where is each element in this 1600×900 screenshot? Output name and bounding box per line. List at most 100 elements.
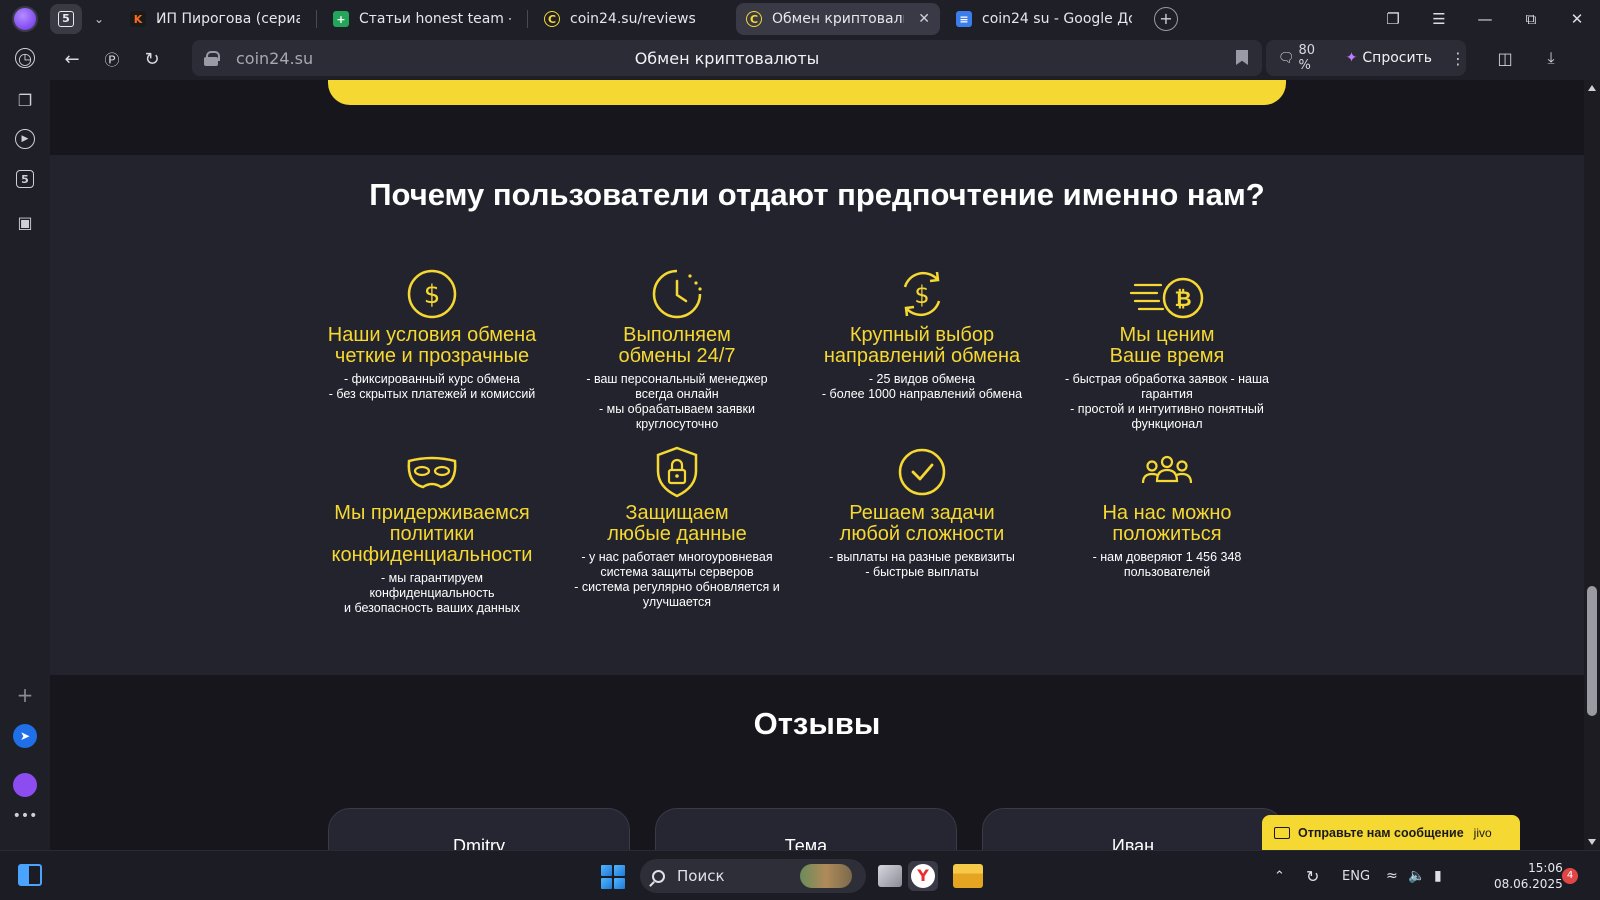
why-us-section: Почему пользователи отдают предпочтение … — [50, 155, 1584, 675]
wifi-icon[interactable]: ≈ — [1386, 851, 1398, 900]
taskbar-search[interactable]: Поиск — [640, 859, 866, 893]
review-card[interactable]: Иван — [982, 808, 1284, 850]
yandex-browser-icon: Y — [911, 864, 935, 888]
feature-24-7: Выполняем обмены 24/7 - ваш персональный… — [559, 267, 795, 432]
add-panel-icon[interactable]: + — [13, 683, 37, 707]
feature-text: - выплаты на разные реквизиты - быстрые … — [829, 550, 1015, 579]
more-icon[interactable]: ••• — [13, 804, 38, 828]
page-viewport: Почему пользователи отдают предпочтение … — [50, 80, 1584, 850]
tab-title: ИП Пирогова (сериал, во — [156, 11, 300, 27]
minimize-button[interactable]: — — [1462, 10, 1508, 28]
chat-label: Отправьте нам сообщение — [1298, 825, 1464, 840]
google-docs-icon: ≡ — [956, 11, 972, 27]
yandex-browser-app[interactable]: Y — [908, 861, 938, 891]
feature-reliability: На нас можно положиться - нам доверяют 1… — [1049, 445, 1285, 580]
volume-icon[interactable]: 🔈 — [1408, 851, 1425, 900]
scroll-thumb[interactable] — [1587, 586, 1597, 716]
search-highlight-image — [800, 864, 852, 888]
menu-icon[interactable]: ☰ — [1416, 10, 1462, 28]
scroll-down-arrow[interactable] — [1588, 839, 1596, 845]
close-icon[interactable]: ✕ — [918, 11, 930, 27]
windows-taskbar: Поиск Y ⌃ ↻ ENG ≈ 🔈 ▮ 15:06 08.06.2025 4 — [0, 850, 1600, 900]
lock-icon[interactable] — [204, 51, 220, 66]
google-sheets-icon: + — [333, 11, 349, 27]
review-card[interactable]: Тема — [655, 808, 957, 850]
history-icon[interactable]: ◷ — [15, 48, 35, 68]
play-icon[interactable]: ▶ — [15, 129, 35, 149]
windows-start-icon[interactable] — [601, 865, 625, 889]
reviews-title: Отзывы — [753, 706, 881, 741]
exchange-button[interactable] — [328, 80, 1286, 105]
close-window-button[interactable]: ✕ — [1554, 10, 1600, 28]
task-view-icon[interactable] — [878, 865, 902, 887]
reader-mode-icon[interactable]: ◫ — [1482, 49, 1528, 68]
chat-bubble-icon: 🗨 — [1278, 50, 1295, 66]
reviewer-name: Dmitry — [453, 836, 505, 850]
coin24-icon: C — [544, 11, 560, 27]
feature-title: Наши условия обмена четкие и прозрачные — [327, 324, 537, 367]
reviewer-name: Иван — [1111, 836, 1155, 850]
sparkle-icon: ✦ — [1345, 50, 1358, 66]
reload-button[interactable]: ↻ — [132, 39, 172, 79]
feature-title: Крупный выбор направлений обмена — [823, 324, 1021, 367]
feature-title: Мы придерживаемся политики конфиденциаль… — [331, 502, 533, 566]
mask-icon — [407, 456, 457, 489]
tab-bar: 5 ⌄ K ИП Пирогова (сериал, во + Статьи h… — [0, 0, 1600, 38]
clock-icon — [652, 269, 702, 319]
show-hidden-icons[interactable]: ⌃ — [1274, 851, 1285, 900]
language-indicator[interactable]: ENG — [1342, 851, 1370, 900]
restore-button[interactable]: ⧉ — [1508, 10, 1554, 28]
yandex-home-button[interactable]: Ⓟ — [92, 39, 132, 79]
feature-title: На нас можно положиться — [1102, 502, 1232, 545]
widgets-icon[interactable] — [18, 864, 42, 886]
download-icon[interactable]: ⤓ — [1528, 48, 1574, 68]
tab-divider — [527, 10, 528, 28]
alice-icon[interactable] — [13, 773, 37, 797]
tab-title: Статьи honest team - Goo — [359, 11, 511, 27]
page-scrollbar[interactable] — [1584, 80, 1600, 850]
tabs-stack-icon[interactable]: ❐ — [13, 88, 37, 112]
scroll-up-arrow[interactable] — [1588, 85, 1596, 91]
review-card[interactable]: Dmitry — [328, 808, 630, 850]
fast-bitcoin-icon: ₿ — [1129, 277, 1204, 319]
more-options-icon[interactable]: ⋮ — [1450, 49, 1466, 68]
ask-button[interactable]: ✦ Спросить — [1346, 50, 1432, 66]
tab-4-active[interactable]: C Обмен криптовалюты ✕ — [736, 3, 940, 35]
collections-icon[interactable]: ❐ — [1370, 10, 1416, 28]
mail-icon — [1274, 826, 1290, 839]
svg-text:$: $ — [424, 280, 441, 310]
tab-title: coin24.su/reviews — [570, 11, 696, 27]
feature-text: - быстрая обработка заявок - наша гарант… — [1065, 372, 1269, 431]
browser-sidebar: ◷ ❐ ▶ 5 ▣ + ➤ ••• — [0, 38, 50, 850]
feature-value-time: ₿ Мы ценим Ваше время - быстрая обработк… — [1049, 267, 1285, 432]
shield-lock-icon — [656, 446, 698, 498]
notification-badge[interactable]: 4 — [1562, 868, 1578, 884]
feature-transparent-terms: $ Наши условия обмена четкие и прозрачны… — [314, 267, 550, 402]
sync-icon[interactable]: ↻ — [1306, 851, 1319, 900]
messenger-icon[interactable]: ➤ — [13, 724, 37, 748]
zoom-indicator[interactable]: 🗨 80 % — [1278, 43, 1324, 73]
chevron-down-icon[interactable]: ⌄ — [84, 4, 114, 34]
tab-2[interactable]: + Статьи honest team - Goo — [323, 3, 521, 35]
feature-privacy: Мы придерживаемся политики конфиденциаль… — [314, 445, 550, 616]
coin24-icon: C — [746, 11, 762, 27]
screenshot-icon[interactable]: ▣ — [13, 210, 37, 234]
feature-text: - 25 видов обмена - более 1000 направлен… — [821, 372, 1023, 401]
tab-count-icon[interactable]: 5 — [16, 170, 34, 188]
url-box[interactable]: coin24.su Обмен криптовалюты — [192, 40, 1262, 76]
tab-5[interactable]: ≡ coin24 su - Google Докум — [946, 3, 1142, 35]
battery-icon[interactable]: ▮ — [1434, 851, 1442, 900]
bookmark-icon[interactable] — [1236, 50, 1248, 65]
feature-text: - мы гарантируем конфиденциальность и бе… — [344, 571, 520, 615]
profile-avatar[interactable] — [12, 6, 38, 32]
back-button[interactable]: ← — [52, 39, 92, 79]
tab-3[interactable]: C coin24.su/reviews — [534, 3, 730, 35]
tab-count-button[interactable]: 5 — [50, 4, 82, 34]
chat-brand: jivo — [1473, 825, 1492, 840]
chat-widget-button[interactable]: Отправьте нам сообщение jivo — [1262, 815, 1520, 850]
clock[interactable]: 15:06 08.06.2025 — [1494, 860, 1563, 892]
tab-1[interactable]: K ИП Пирогова (сериал, во — [120, 3, 310, 35]
new-tab-button[interactable]: + — [1154, 7, 1178, 31]
file-explorer-icon[interactable] — [953, 864, 983, 888]
tab-title: Обмен криптовалюты — [772, 11, 904, 27]
